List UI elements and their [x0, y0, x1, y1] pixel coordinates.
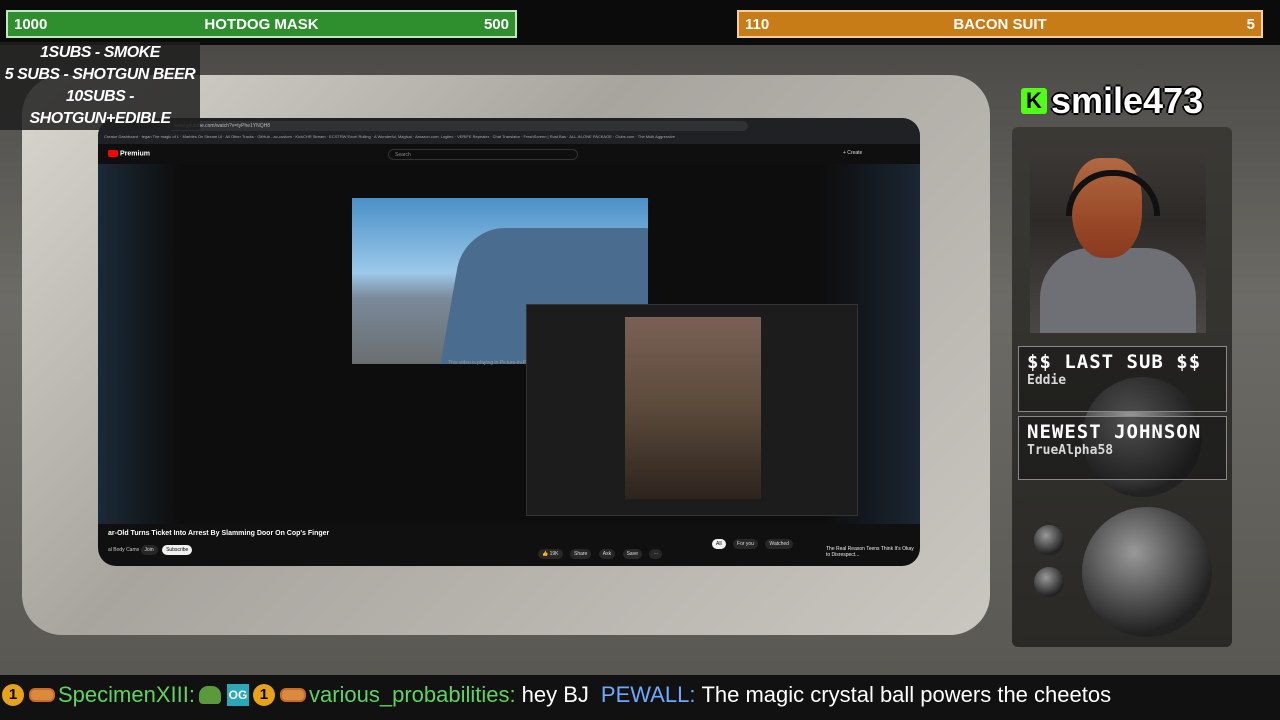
- hotdog-icon: [29, 688, 55, 702]
- last-sub-title: $$ LAST SUB $$: [1027, 351, 1202, 373]
- share-button[interactable]: Share: [569, 549, 592, 559]
- recommended-video-title[interactable]: The Real Reason Teens Think It's Okay to…: [826, 546, 916, 558]
- newest-box: NEWEST JOHNSON TrueAlpha58: [1018, 416, 1227, 480]
- badge-icon: 1: [2, 684, 24, 706]
- goal-current: 1000: [14, 15, 48, 33]
- more-button[interactable]: ···: [649, 549, 663, 559]
- camera-window: [526, 304, 858, 516]
- goal-current: 110: [745, 15, 770, 33]
- chat-line: 1 SpecimenXIII: OG 1 various_probabiliti…: [0, 682, 1111, 708]
- tv-knob-icon: [1034, 525, 1064, 555]
- kick-logo-icon: K: [1021, 88, 1047, 114]
- create-button[interactable]: + Create: [843, 150, 862, 156]
- newest-title: NEWEST JOHNSON: [1027, 421, 1202, 443]
- sub-reward-item: 5 SUBS - SHOTGUN BEER: [4, 66, 196, 83]
- camera-feed: [625, 317, 761, 499]
- sub-rewards-list: 1SUBS - SMOKE 5 SUBS - SHOTGUN BEER 10SU…: [0, 42, 200, 130]
- goal-name: HOTDOG MASK: [204, 15, 319, 33]
- youtube-header: Premium Search + Create: [98, 144, 920, 164]
- person-body: [1040, 248, 1196, 333]
- goal-target: 500: [483, 15, 509, 33]
- og-badge-icon: OG: [226, 684, 249, 706]
- last-sub-name: Eddie: [1027, 373, 1067, 388]
- ask-button[interactable]: Ask: [598, 549, 616, 559]
- chat-message: hey BJ: [521, 682, 589, 707]
- tab-watched[interactable]: Watched: [765, 539, 793, 549]
- channel-name[interactable]: al Body Cams: [108, 547, 139, 553]
- goal-name: BACON SUIT: [953, 15, 1047, 33]
- tv-screen: www.youtube.com/watch?v=tyPhe1YNQH8 Crea…: [98, 118, 920, 566]
- streamer-tag: K smile473: [1021, 80, 1203, 122]
- streamer-username: smile473: [1051, 80, 1204, 121]
- webcam-feed: [1030, 148, 1206, 333]
- goal-bar-bacon-suit: 110 BACON SUIT 5: [737, 10, 1263, 38]
- last-sub-box: $$ LAST SUB $$ Eddie: [1018, 346, 1227, 412]
- chat-username: PEWALL:: [600, 682, 696, 707]
- youtube-play-icon: [108, 150, 118, 157]
- frog-emote-icon: [198, 686, 221, 704]
- chat-username: SpecimenXIII:: [58, 682, 195, 707]
- video-actions: 👍 19K Share Ask Save ···: [538, 542, 665, 560]
- join-button[interactable]: Join: [140, 545, 158, 555]
- newest-name: TrueAlpha58: [1027, 443, 1114, 458]
- goal-bar-hotdog-mask: 1000 HOTDOG MASK 500: [6, 10, 517, 38]
- hotdog-icon: [279, 688, 306, 702]
- like-button[interactable]: 👍 19K: [538, 549, 563, 559]
- tv-knob-icon: [1082, 507, 1212, 637]
- chat-username: various_probabilities:: [308, 682, 516, 707]
- chat-message: The magic crystal ball powers the cheeto…: [701, 682, 1112, 707]
- sub-reward-item: 10SUBS - SHOTGUN+EDIBLE: [29, 88, 171, 127]
- badge-icon: 1: [252, 684, 275, 706]
- pip-caption: This video is playing in Picture-in-P: [448, 360, 526, 366]
- video-title: ar-Old Turns Ticket Into Arrest By Slamm…: [108, 530, 330, 537]
- chat-ticker: 1 SpecimenXIII: OG 1 various_probabiliti…: [0, 675, 1280, 720]
- tab-for-you[interactable]: For you: [733, 539, 758, 549]
- search-input[interactable]: Search: [388, 149, 578, 160]
- subscribe-button[interactable]: Subscribe: [162, 545, 193, 555]
- youtube-logo[interactable]: Premium: [108, 150, 150, 157]
- youtube-logo-label: Premium: [120, 150, 150, 158]
- save-button[interactable]: Save: [622, 549, 642, 559]
- tab-all[interactable]: All: [712, 539, 726, 549]
- channel-row: al Body Cams Join Subscribe: [108, 545, 195, 555]
- bookmarks-bar[interactable]: Creator Dashboard · tegan The magic of L…: [98, 134, 920, 144]
- sub-reward-item: 1SUBS - SMOKE: [40, 44, 160, 61]
- like-count: 19K: [549, 551, 559, 557]
- browser-tab-bar: www.youtube.com/watch?v=tyPhe1YNQH8: [98, 118, 920, 134]
- tv-knob-icon: [1034, 567, 1064, 597]
- recommendation-tabs: All For you Watched: [712, 532, 796, 550]
- address-bar[interactable]: www.youtube.com/watch?v=tyPhe1YNQH8: [168, 121, 748, 131]
- goal-target: 5: [1246, 15, 1255, 33]
